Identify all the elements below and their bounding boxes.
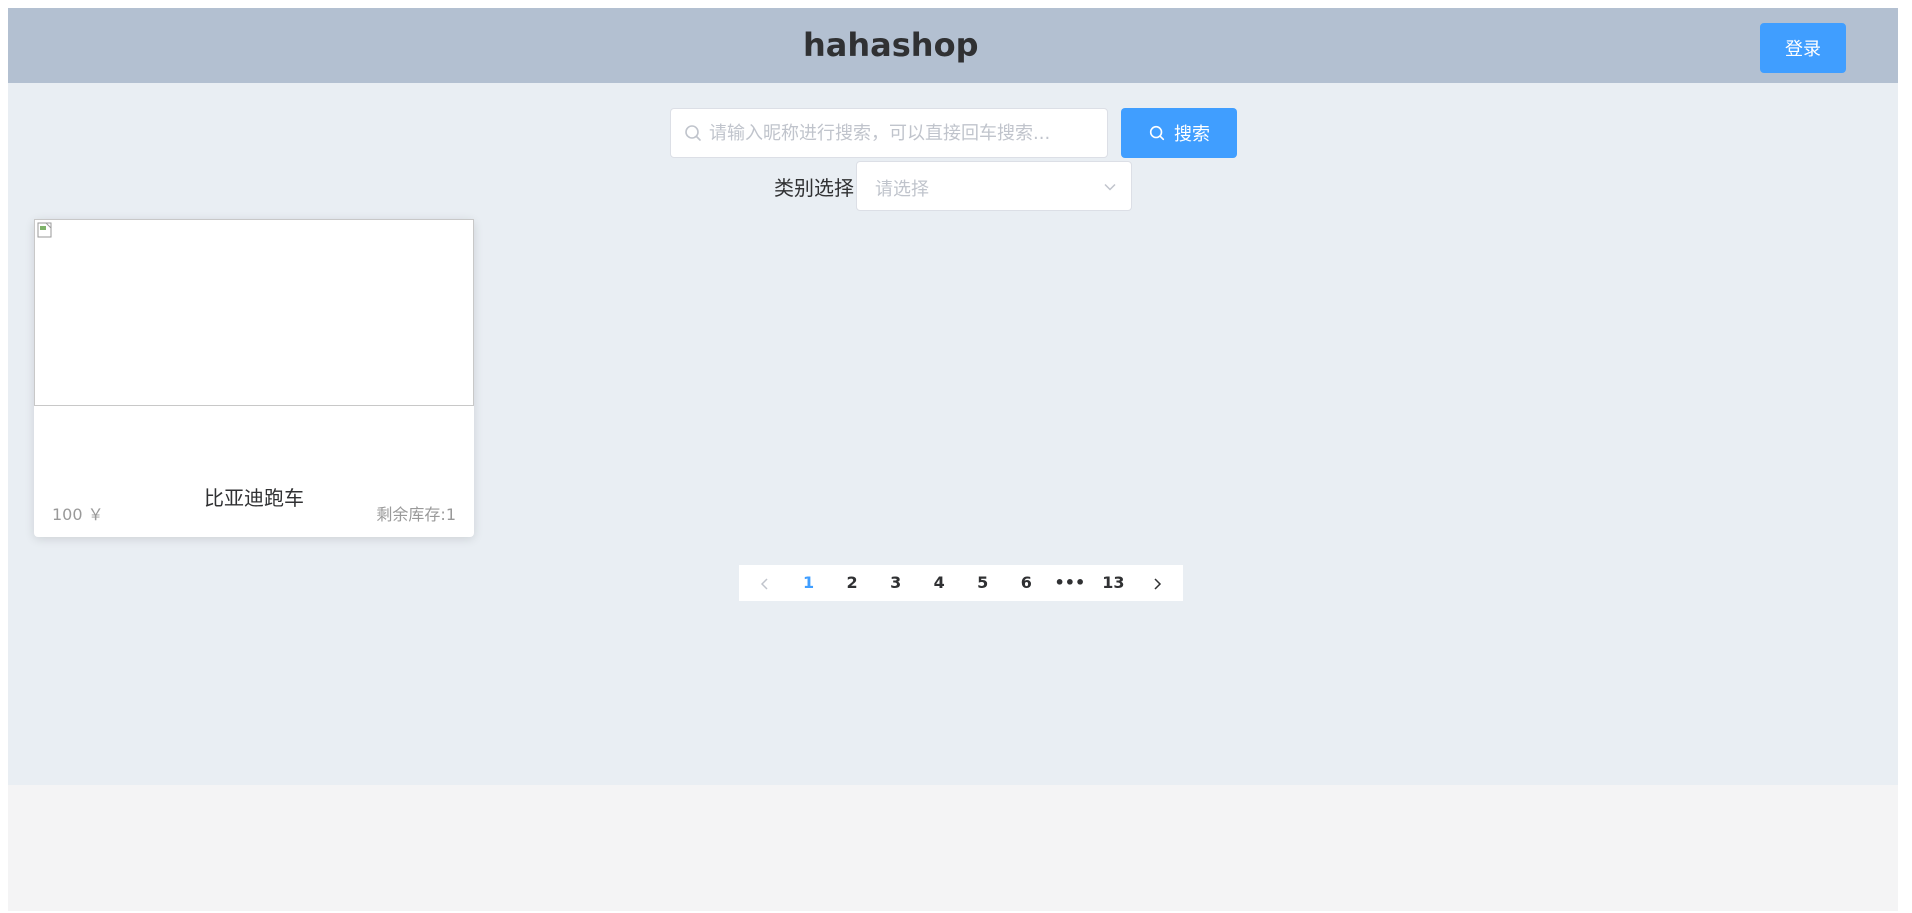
chevron-left-icon [760, 577, 768, 590]
search-box[interactable] [670, 108, 1108, 158]
search-input[interactable] [709, 109, 1099, 157]
category-select-placeholder: 请选择 [875, 179, 929, 200]
page-number[interactable]: 2 [834, 565, 870, 601]
page-number[interactable]: 1 [791, 565, 827, 601]
search-button-label: 搜索 [1174, 124, 1210, 145]
login-button[interactable]: 登录 [1760, 23, 1846, 73]
prev-page-button[interactable] [747, 565, 783, 601]
page-number[interactable]: 5 [965, 565, 1001, 601]
chevron-right-icon [1154, 577, 1161, 590]
category-label: 类别选择 [774, 176, 854, 200]
page-number[interactable]: 13 [1095, 565, 1131, 601]
chevron-down-icon [1104, 183, 1116, 191]
page-number[interactable]: 4 [921, 565, 957, 601]
brand-title: hahashop [803, 26, 979, 64]
app-container: hahashop 登录 搜索 类别选择 请选择 [8, 8, 1898, 911]
page-number[interactable]: 6 [1008, 565, 1044, 601]
product-card[interactable]: 比亚迪跑车 100 ￥ 剩余库存:1 [34, 219, 474, 537]
product-stock: 剩余库存:1 [376, 505, 456, 524]
next-page-button[interactable] [1139, 565, 1175, 601]
broken-image-icon [37, 222, 52, 238]
header: hahashop 登录 [8, 8, 1898, 83]
page-number[interactable]: 3 [878, 565, 914, 601]
search-button[interactable]: 搜索 [1121, 108, 1237, 158]
pagination: 1 2 3 4 5 6 ••• 13 [739, 565, 1183, 601]
product-price: 100 ￥ [52, 505, 104, 524]
search-icon [1149, 125, 1165, 141]
more-pages-button[interactable]: ••• [1052, 565, 1088, 601]
main-content: 搜索 类别选择 请选择 比亚迪跑车 100 ￥ 剩余库存:1 [8, 83, 1898, 785]
search-icon [685, 125, 701, 141]
category-select[interactable]: 请选择 [856, 161, 1132, 211]
product-image [34, 219, 474, 406]
